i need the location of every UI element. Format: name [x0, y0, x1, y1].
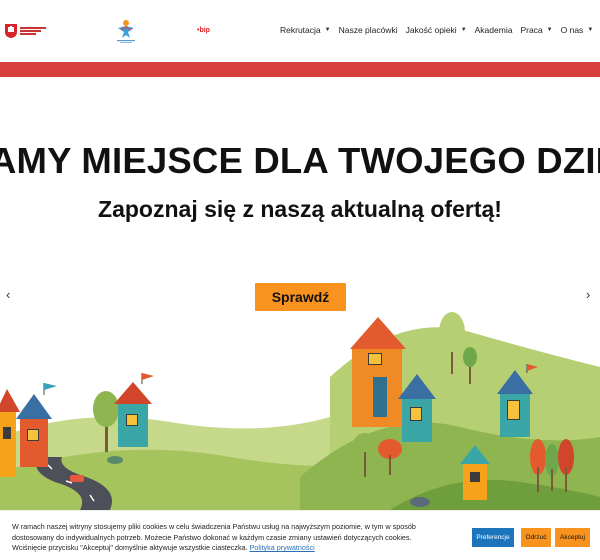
sprawdz-button[interactable]: Sprawdź [255, 283, 346, 311]
accent-divider [0, 62, 600, 77]
city-logo-wordmark [20, 27, 46, 35]
cookie-banner: W ramach naszej witryny stosujemy pliki … [0, 510, 600, 560]
cookie-text: W ramach naszej witryny stosujemy pliki … [12, 522, 416, 552]
nav-item-rekrutacja[interactable]: Rekrutacja ▼ [280, 25, 331, 35]
city-coat-of-arms-logo[interactable] [5, 24, 17, 38]
site-header: •bip Rekrutacja ▼ Nasze placówki Jakość o… [0, 0, 600, 62]
nav-item-akademia[interactable]: Akademia [475, 25, 513, 35]
chevron-down-icon: ▼ [460, 27, 467, 33]
chevron-down-icon: ▼ [587, 27, 594, 33]
hero-subtitle: Zapoznaj się z naszą aktualną ofertą! [98, 196, 502, 222]
nav-item-jakosc-opieki[interactable]: Jakość opieki ▼ [406, 25, 467, 35]
chevron-down-icon: ▼ [546, 27, 553, 33]
cookie-preferences-button[interactable]: Preferencje [472, 528, 514, 547]
cookie-reject-button[interactable]: Odrzuć [521, 528, 551, 547]
privacy-policy-link[interactable]: Polityka prywatności [250, 543, 315, 552]
nav-item-o-nas[interactable]: O nas ▼ [561, 25, 594, 35]
nav-item-praca[interactable]: Praca ▼ [520, 25, 552, 35]
bip-link[interactable]: •bip [197, 27, 210, 34]
slider-next-icon[interactable]: › [586, 287, 590, 302]
main-nav: Rekrutacja ▼ Nasze placówki Jakość opieki… [280, 25, 600, 35]
nav-item-nasze-placowki[interactable]: Nasze placówki [339, 25, 398, 35]
chevron-down-icon: ▼ [324, 27, 331, 33]
childcare-center-logo[interactable] [114, 18, 138, 44]
hero-slider: AMY MIEJSCE DLA TWOJEGO DZIECKA Zapoznaj… [0, 77, 600, 510]
slider-prev-icon[interactable]: ‹ [6, 287, 10, 302]
hero-title: AMY MIEJSCE DLA TWOJEGO DZIECKA [0, 140, 600, 181]
cookie-accept-button[interactable]: Akceptuj [555, 528, 590, 547]
